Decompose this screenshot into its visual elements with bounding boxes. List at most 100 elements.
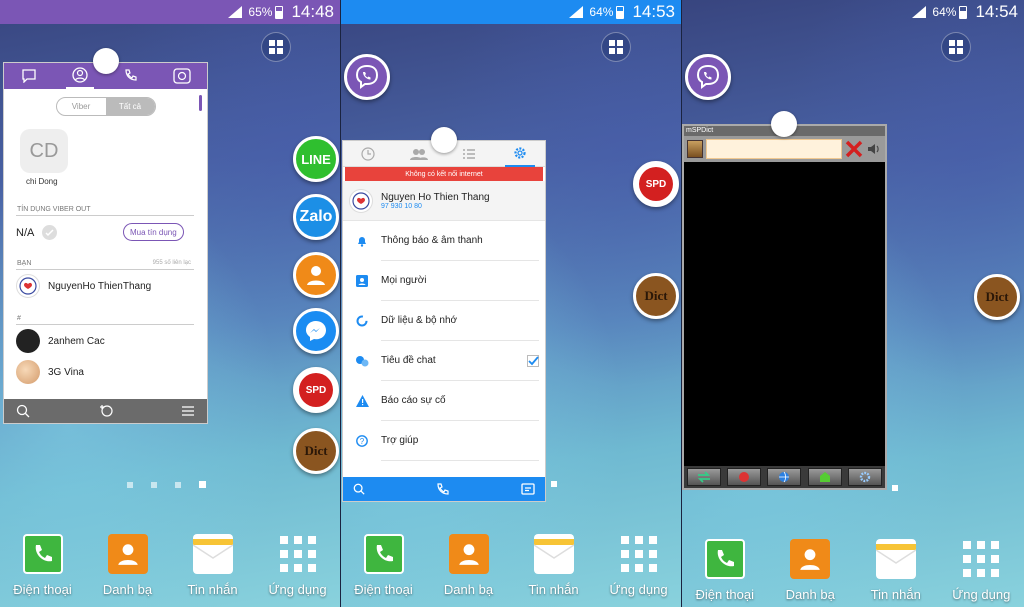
- settings-icon[interactable]: [847, 468, 882, 486]
- spd-bubble[interactable]: SPD: [633, 161, 679, 207]
- dock-messages-label: Tin nhắn: [187, 582, 238, 597]
- settings-item-chat-heads[interactable]: Tiêu đề chat: [343, 341, 545, 381]
- messenger-bubble[interactable]: [293, 308, 339, 354]
- settings-item-label: Trợ giúp: [381, 421, 539, 461]
- window-drag-handle[interactable]: [431, 127, 457, 153]
- speaker-icon[interactable]: [866, 141, 882, 157]
- dock-phone-label: Điện thoại: [13, 582, 72, 597]
- dict-bubble[interactable]: Dict: [633, 273, 679, 319]
- group-icon: [409, 148, 428, 160]
- tab-chats[interactable]: [15, 63, 43, 89]
- phone-icon: [125, 69, 137, 81]
- avatar[interactable]: CD: [20, 129, 68, 173]
- bookmark-icon[interactable]: [807, 468, 842, 486]
- signal-icon: [228, 6, 243, 18]
- screen: 65% 14:48 Viber Tất cả CD chi Dong TÍN D…: [0, 0, 1024, 607]
- tab-people[interactable]: [454, 141, 484, 167]
- list-item[interactable]: NguyenHo ThienThang: [16, 274, 151, 298]
- dock-apps[interactable]: Ứng dụng: [257, 534, 339, 597]
- contacts-filter-toggle[interactable]: Viber Tất cả: [55, 97, 156, 116]
- add-contact-icon[interactable]: [98, 404, 114, 418]
- tab-public[interactable]: [168, 63, 196, 89]
- window-drag-handle[interactable]: [93, 48, 119, 74]
- status-bar: 65% 14:48: [0, 0, 340, 24]
- viber-icon: [696, 64, 720, 89]
- contacts-bubble[interactable]: [293, 252, 339, 298]
- viber-bubble[interactable]: [344, 54, 390, 100]
- credit-section-title: TÍN DỤNG VIBER OUT: [17, 206, 91, 213]
- dock-phone[interactable]: Điện thoại: [343, 534, 425, 597]
- multiwindow-icon[interactable]: [601, 32, 631, 62]
- window-drag-handle[interactable]: [771, 111, 797, 137]
- tab-contacts[interactable]: [66, 63, 95, 89]
- tab-groups[interactable]: [404, 141, 434, 167]
- search-icon[interactable]: [353, 483, 365, 495]
- dock: Điện thoại Danh bạ Tin nhắn Ứng dụng: [682, 539, 1024, 602]
- settings-item-label: Mọi người: [381, 261, 539, 301]
- dock-contacts[interactable]: Danh bạ: [769, 539, 851, 602]
- tab-recent[interactable]: [353, 141, 383, 167]
- checkbox-checked-icon[interactable]: [527, 354, 539, 367]
- zalo-bubble[interactable]: Zalo: [293, 194, 339, 240]
- list-item[interactable]: 2anhem Cac: [16, 329, 105, 353]
- user-name: chi Dong: [26, 177, 58, 186]
- multiwindow-icon[interactable]: [941, 32, 971, 62]
- settings-item-people[interactable]: Mọi người: [343, 261, 545, 301]
- dock-contacts[interactable]: Danh bạ: [87, 534, 169, 597]
- list-item[interactable]: 3G Vina: [16, 360, 84, 384]
- apps-grid-icon: [278, 534, 318, 574]
- menu-icon[interactable]: [181, 405, 195, 417]
- battery-percent: 65%: [248, 5, 273, 19]
- dock-messages-label: Tin nhắn: [870, 587, 921, 602]
- status-bar: 64% 14:54: [682, 0, 1024, 24]
- page-dot: [551, 481, 557, 487]
- filter-viber[interactable]: Viber: [57, 98, 106, 115]
- settings-item-notifications[interactable]: Thông báo & âm thanh: [343, 221, 545, 261]
- multiwindow-icon[interactable]: [261, 32, 291, 62]
- dict-bubble[interactable]: Dict: [293, 428, 339, 474]
- dock-messages-label: Tin nhắn: [528, 582, 579, 597]
- viber-icon: [355, 64, 379, 89]
- line-bubble[interactable]: LINE: [293, 136, 339, 182]
- clock: 14:53: [632, 2, 675, 21]
- clear-icon[interactable]: [845, 140, 863, 158]
- chat-heads-icon: [343, 355, 381, 367]
- swap-icon[interactable]: [687, 468, 722, 486]
- avatar: [16, 360, 40, 384]
- dock-apps-label: Ứng dụng: [268, 582, 327, 597]
- search-input[interactable]: [706, 139, 842, 159]
- battery-icon: [616, 5, 625, 19]
- dock-contacts[interactable]: Danh bạ: [428, 534, 510, 597]
- dock-messages[interactable]: Tin nhắn: [513, 534, 595, 597]
- svg-text:?: ?: [360, 437, 365, 446]
- help-icon: ?: [343, 435, 381, 447]
- mspdict-toolbar: [684, 466, 885, 488]
- settings-item-help[interactable]: ? Trợ giúp: [343, 421, 545, 461]
- viber-bubble[interactable]: [685, 54, 731, 100]
- book-icon[interactable]: [687, 140, 703, 158]
- filter-all[interactable]: Tất cả: [105, 98, 155, 115]
- contacts-icon: [107, 534, 148, 574]
- spd-bubble[interactable]: SPD: [293, 367, 339, 413]
- record-icon[interactable]: [727, 468, 762, 486]
- compose-icon[interactable]: [521, 483, 535, 495]
- dict-bubble[interactable]: Dict: [974, 274, 1020, 320]
- dock-apps[interactable]: Ứng dụng: [598, 534, 680, 597]
- dock-phone[interactable]: Điện thoại: [684, 539, 766, 602]
- clock-icon: [361, 146, 375, 161]
- search-icon[interactable]: [16, 404, 30, 418]
- tab-settings[interactable]: [504, 141, 535, 167]
- call-icon[interactable]: [436, 483, 450, 495]
- tab-calls[interactable]: [117, 63, 145, 89]
- globe-icon[interactable]: [767, 468, 802, 486]
- dock-messages[interactable]: Tin nhắn: [855, 539, 937, 602]
- profile-row[interactable]: Nguyen Ho Thien Thang 97 930 10 80: [343, 181, 545, 221]
- dock-phone[interactable]: Điện thoại: [2, 534, 84, 597]
- credit-row: N/A: [16, 225, 58, 240]
- buy-credit-button[interactable]: Mua tín dụng: [123, 223, 184, 241]
- messenger-bottom-bar: [343, 477, 545, 501]
- settings-item-data[interactable]: Dữ liệu & bộ nhớ: [343, 301, 545, 341]
- dock-messages[interactable]: Tin nhắn: [172, 534, 254, 597]
- dock-apps[interactable]: Ứng dụng: [940, 539, 1022, 602]
- settings-item-report[interactable]: Báo cáo sự cố: [343, 381, 545, 421]
